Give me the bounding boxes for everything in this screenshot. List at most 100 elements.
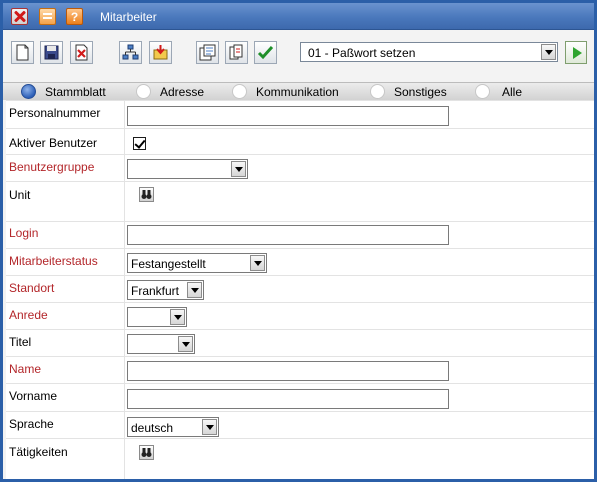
row-personalnummer: Personalnummer (6, 100, 594, 128)
vorname-input[interactable] (127, 389, 449, 409)
row-anrede: Anrede (6, 302, 594, 329)
mitarbeiterstatus-value: Festangestellt (131, 257, 206, 271)
radio-icon (136, 84, 151, 99)
chevron-down-icon[interactable] (187, 282, 202, 298)
chevron-down-icon[interactable] (170, 309, 185, 325)
benutzergruppe-select[interactable] (127, 159, 248, 179)
window-icon[interactable] (39, 8, 56, 25)
column-divider (124, 249, 125, 275)
play-icon[interactable] (565, 41, 587, 64)
column-divider (124, 384, 125, 411)
label-name: Name (9, 362, 42, 376)
toolbar: 01 - Paßwort setzen (3, 31, 594, 75)
binoculars-icon (141, 190, 152, 199)
properties-icon[interactable] (196, 41, 219, 64)
chevron-down-icon[interactable] (250, 255, 265, 271)
column-divider (124, 439, 125, 479)
label-vorname: Vorname (9, 389, 58, 403)
standort-value: Frankfurt (131, 284, 180, 298)
row-sprache: Sprache deutsch (6, 411, 594, 438)
label-personalnummer: Personalnummer (9, 106, 101, 120)
label-titel: Titel (9, 335, 32, 349)
chevron-down-icon[interactable] (541, 44, 556, 60)
tab-label: Stammblatt (45, 85, 106, 99)
label-aktiver-benutzer: Aktiver Benutzer (9, 136, 98, 150)
row-taetigkeiten: Tätigkeiten (6, 438, 594, 479)
titel-select[interactable] (127, 334, 195, 354)
column-divider (124, 412, 125, 438)
row-mitarbeiterstatus: Mitarbeiterstatus Festangestellt (6, 248, 594, 275)
tab-label: Sonstiges (394, 85, 447, 99)
column-divider (124, 101, 125, 128)
label-standort: Standort (9, 281, 55, 295)
label-unit: Unit (9, 188, 31, 202)
column-divider (124, 182, 125, 221)
label-sprache: Sprache (9, 417, 54, 431)
tab-alle[interactable]: Alle (475, 83, 535, 101)
chevron-down-icon[interactable] (202, 419, 217, 435)
column-divider (124, 222, 125, 248)
confirm-check-icon[interactable] (254, 41, 277, 64)
personalnummer-input[interactable] (127, 106, 449, 126)
close-icon[interactable] (11, 8, 28, 25)
name-input[interactable] (127, 361, 449, 381)
column-divider (124, 330, 125, 356)
tab-label: Adresse (160, 85, 205, 99)
label-taetigkeiten: Tätigkeiten (9, 445, 68, 459)
radio-icon (232, 84, 247, 99)
title-bar: ? Mitarbeiter (3, 3, 594, 30)
sprache-select[interactable]: deutsch (127, 417, 219, 437)
help-icon[interactable]: ? (66, 8, 83, 25)
row-name: Name (6, 356, 594, 383)
copy-icon[interactable] (225, 41, 248, 64)
new-document-icon[interactable] (11, 41, 34, 64)
tab-label: Kommunikation (256, 85, 339, 99)
row-standort: Standort Frankfurt (6, 275, 594, 302)
tab-adresse[interactable]: Adresse (136, 83, 221, 101)
radio-icon (475, 84, 490, 99)
sprache-value: deutsch (131, 421, 174, 435)
mitarbeiterstatus-select[interactable]: Festangestellt (127, 253, 267, 273)
column-divider (124, 276, 125, 302)
row-titel: Titel (6, 329, 594, 356)
row-login: Login (6, 221, 594, 248)
window-title: Mitarbeiter (100, 10, 157, 24)
row-vorname: Vorname (6, 383, 594, 411)
column-divider (124, 155, 125, 181)
delete-icon[interactable] (70, 41, 93, 64)
tab-kommunikation[interactable]: Kommunikation (232, 83, 357, 101)
tab-label: Alle (502, 85, 523, 99)
save-icon[interactable] (40, 41, 63, 64)
mitarbeiter-window: ? Mitarbeiter 01 - Paßwort setzen Stammb… (0, 0, 597, 482)
row-benutzergruppe: Benutzergruppe (6, 154, 594, 181)
help-glyph: ? (70, 9, 79, 24)
tab-stammblatt[interactable]: Stammblatt (21, 83, 126, 101)
standort-select[interactable]: Frankfurt (127, 280, 204, 300)
radio-active-icon (21, 84, 36, 99)
anrede-select[interactable] (127, 307, 187, 327)
label-mitarbeiterstatus: Mitarbeiterstatus (9, 254, 98, 268)
action-select-value: 01 - Paßwort setzen (308, 46, 416, 60)
row-aktiver-benutzer: Aktiver Benutzer (6, 128, 594, 154)
stammblatt-form: Personalnummer Aktiver Benutzer Benutzer… (6, 100, 594, 479)
radio-icon (370, 84, 385, 99)
unit-lookup-button[interactable] (139, 187, 154, 202)
chevron-down-icon[interactable] (231, 161, 246, 177)
label-benutzergruppe: Benutzergruppe (9, 160, 95, 174)
column-divider (124, 303, 125, 329)
row-unit: Unit (6, 181, 594, 221)
column-divider (124, 129, 125, 154)
label-anrede: Anrede (9, 308, 48, 322)
export-icon[interactable] (149, 41, 172, 64)
aktiver-benutzer-checkbox[interactable] (133, 137, 146, 150)
hierarchy-icon[interactable] (119, 41, 142, 64)
binoculars-icon (141, 448, 152, 457)
tab-sonstiges[interactable]: Sonstiges (370, 83, 460, 101)
column-divider (124, 357, 125, 383)
chevron-down-icon[interactable] (178, 336, 193, 352)
login-input[interactable] (127, 225, 449, 245)
taetigkeiten-lookup-button[interactable] (139, 445, 154, 460)
tab-bar: Stammblatt Adresse Kommunikation Sonstig… (3, 82, 594, 100)
action-select[interactable]: 01 - Paßwort setzen (300, 42, 558, 62)
label-login: Login (9, 226, 39, 240)
